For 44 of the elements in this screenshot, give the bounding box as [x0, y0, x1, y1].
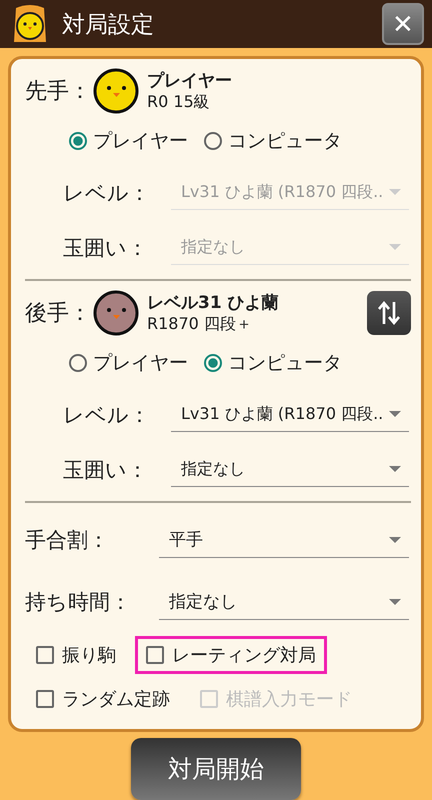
field-label: 手合割： [25, 527, 110, 554]
field-label: レベル： [63, 402, 151, 428]
checkbox[interactable] [36, 690, 54, 708]
field-label: 持ち時間： [25, 589, 132, 616]
close-button[interactable]: ✕ [382, 3, 424, 45]
radio-button[interactable] [204, 132, 222, 150]
radio-button[interactable] [69, 354, 87, 372]
side-label: 先手： [25, 78, 91, 106]
radio-option[interactable]: コンピュータ [204, 350, 342, 376]
bird-icon [93, 290, 139, 336]
radio-button[interactable] [69, 132, 87, 150]
field-label: 玉囲い： [63, 456, 149, 484]
field-label: レベル： [63, 180, 151, 206]
side-label: 後手： [25, 300, 91, 328]
radio-option[interactable]: プレイヤー [69, 350, 188, 376]
caret-icon [389, 411, 401, 417]
swap-icon [378, 300, 400, 326]
dropdown[interactable]: 指定なし [159, 584, 409, 620]
checkbox-option[interactable]: レーティング対局 [135, 636, 327, 674]
player-rating: R0 15級 [147, 92, 211, 113]
player-name: レベル31 ひよ蘭 [147, 292, 280, 314]
checkbox-option[interactable]: 振り駒 [25, 636, 127, 674]
caret-icon [389, 536, 401, 542]
window-title: 対局設定 [62, 10, 155, 40]
caret-icon [389, 244, 401, 250]
field-label: 玉囲い： [63, 234, 149, 262]
bird-icon [93, 68, 139, 114]
start-button[interactable]: 対局開始 [131, 738, 301, 800]
dropdown[interactable]: 指定なし [171, 452, 409, 487]
radio-button[interactable] [204, 354, 222, 372]
caret-icon [389, 189, 401, 195]
player-name: プレイヤー [147, 70, 233, 92]
dropdown[interactable]: Lv31 ひよ蘭 (R1870 四段.. [171, 397, 409, 432]
checkbox-option[interactable]: ランダム定跡 [25, 680, 181, 718]
radio-option[interactable]: プレイヤー [69, 128, 188, 154]
checkbox[interactable] [36, 646, 54, 664]
swap-button[interactable] [367, 291, 411, 335]
dropdown[interactable]: 平手 [159, 522, 409, 558]
checkbox[interactable] [146, 646, 164, 664]
caret-icon [389, 466, 401, 472]
chick-icon [12, 4, 48, 44]
caret-icon [389, 598, 401, 604]
radio-option[interactable]: コンピュータ [204, 128, 342, 154]
player-rating: R1870 四段＋ [147, 314, 253, 335]
